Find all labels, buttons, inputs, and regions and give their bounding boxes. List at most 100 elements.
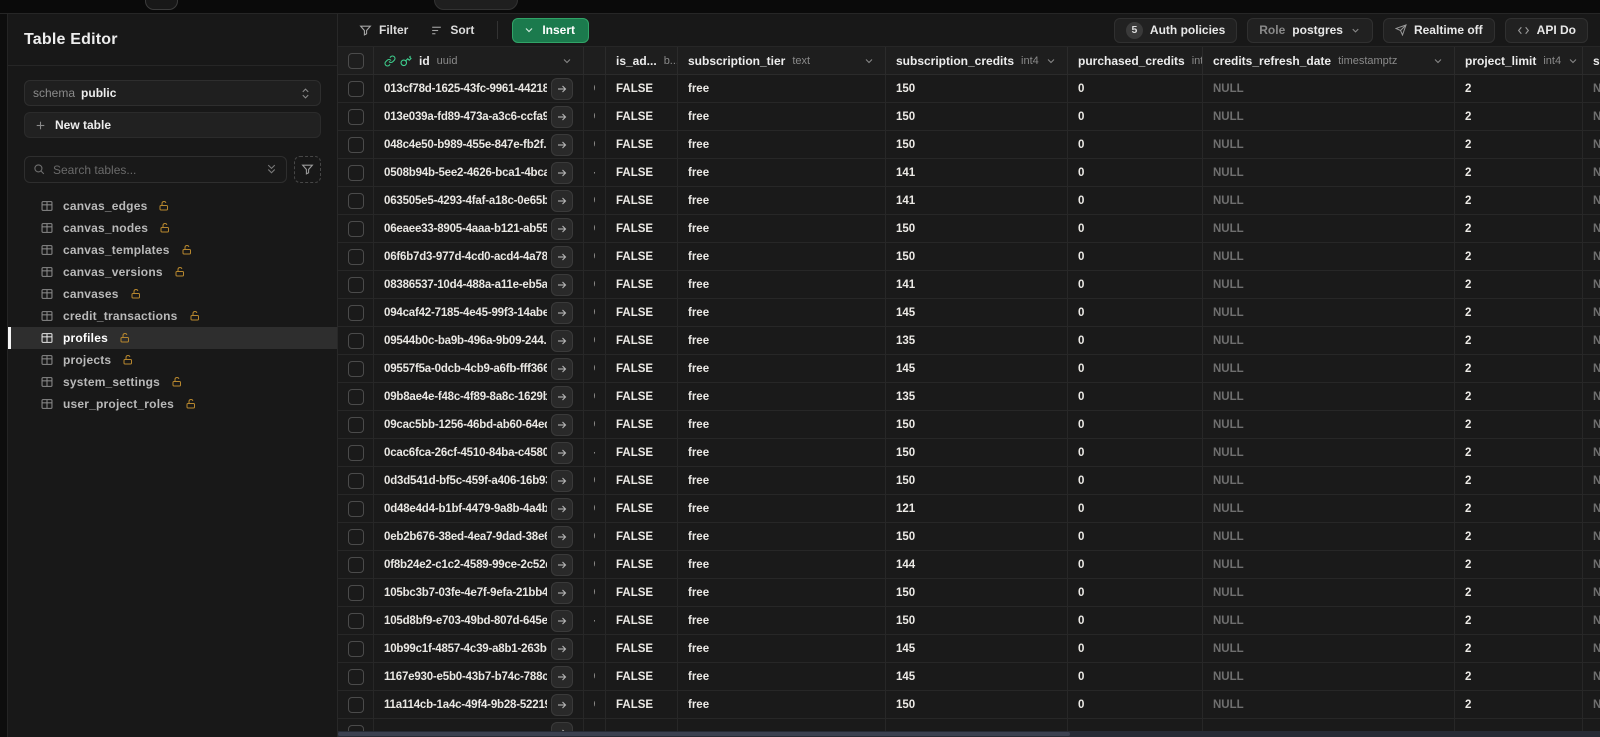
row-checkbox[interactable] <box>347 696 364 713</box>
cell-credits-refresh-date[interactable]: NULL <box>1203 187 1455 214</box>
cell-clipped[interactable]: 0 <box>584 579 606 606</box>
cell-clipped[interactable]: 00 <box>584 187 606 214</box>
cell-purchased-credits[interactable]: 0 <box>1068 579 1203 606</box>
expand-row-button[interactable] <box>551 553 573 576</box>
cell-id[interactable]: 0508b94b-5ee2-4626-bca1-4bca... <box>374 159 584 186</box>
cell-purchased-credits[interactable]: 0 <box>1068 523 1203 550</box>
expand-row-button[interactable] <box>551 665 573 688</box>
cell-credits-refresh-date[interactable]: NULL <box>1203 551 1455 578</box>
expand-row-button[interactable] <box>551 161 573 184</box>
cell-subscription-credits[interactable]: 150 <box>886 131 1068 158</box>
cell-id[interactable]: 094caf42-7185-4e45-99f3-14abee... <box>374 299 584 326</box>
expand-row-button[interactable] <box>551 133 573 156</box>
column-header-subscription-credits[interactable]: subscription_credits int4 <box>886 47 1068 74</box>
row-checkbox[interactable] <box>347 360 364 377</box>
search-tables-box[interactable] <box>24 156 287 183</box>
cell-subscription-tier[interactable]: free <box>678 383 886 410</box>
cell-subscription-credits[interactable]: 150 <box>886 607 1068 634</box>
scrollbar-thumb[interactable] <box>338 732 1070 736</box>
cell-subscription-credits[interactable]: 150 <box>886 411 1068 438</box>
cell-id[interactable]: 105d8bf9-e703-49bd-807d-645e... <box>374 607 584 634</box>
cell-su[interactable]: NULL <box>1583 103 1600 130</box>
column-header-purchased-credits[interactable]: purchased_credits int4 <box>1068 47 1203 74</box>
cell-subscription-tier[interactable]: free <box>678 411 886 438</box>
expand-row-button[interactable] <box>551 525 573 548</box>
cell-credits-refresh-date[interactable]: NULL <box>1203 607 1455 634</box>
cell-id[interactable]: 06f6b7d3-977d-4cd0-acd4-4a78... <box>374 243 584 270</box>
sidebar-table-item[interactable]: canvas_edges <box>8 195 337 217</box>
row-checkbox-cell[interactable] <box>338 551 374 578</box>
cell-subscription-credits[interactable]: 145 <box>886 355 1068 382</box>
cell-su[interactable]: NULL <box>1583 75 1600 102</box>
api-docs-button[interactable]: API Do <box>1504 17 1588 43</box>
cell-id[interactable]: 06eaee33-8905-4aaa-b121-ab552... <box>374 215 584 242</box>
cell-project-limit[interactable]: 2 <box>1455 243 1583 270</box>
cell-purchased-credits[interactable]: 0 <box>1068 299 1203 326</box>
cell-credits-refresh-date[interactable]: NULL <box>1203 495 1455 522</box>
cell-credits-refresh-date[interactable]: NULL <box>1203 467 1455 494</box>
cell-subscription-tier[interactable]: free <box>678 215 886 242</box>
cell-su[interactable]: NULL <box>1583 467 1600 494</box>
row-checkbox[interactable] <box>347 444 364 461</box>
cell-purchased-credits[interactable]: 0 <box>1068 663 1203 690</box>
sidebar-table-item[interactable]: projects <box>8 349 337 371</box>
cell-project-limit[interactable]: 2 <box>1455 439 1583 466</box>
sidebar-table-item[interactable]: canvases <box>8 283 337 305</box>
cell-subscription-credits[interactable]: 150 <box>886 691 1068 718</box>
cell-credits-refresh-date[interactable]: NULL <box>1203 215 1455 242</box>
cell-su[interactable]: NULL <box>1583 663 1600 690</box>
cell-is-admin[interactable]: FALSE <box>606 691 678 718</box>
cell-credits-refresh-date[interactable]: NULL <box>1203 663 1455 690</box>
cell-su[interactable]: NULL <box>1583 159 1600 186</box>
expand-row-button[interactable] <box>551 77 573 100</box>
cell-su[interactable]: NULL <box>1583 215 1600 242</box>
cell-id[interactable]: 09cac5bb-1256-46bd-ab60-64ed... <box>374 411 584 438</box>
cell-purchased-credits[interactable]: 0 <box>1068 159 1203 186</box>
cell-su[interactable]: NULL <box>1583 439 1600 466</box>
cell-purchased-credits[interactable]: 0 <box>1068 187 1203 214</box>
expand-row-button[interactable] <box>551 105 573 128</box>
row-checkbox-cell[interactable] <box>338 75 374 102</box>
row-checkbox[interactable] <box>347 164 364 181</box>
cell-purchased-credits[interactable]: 0 <box>1068 439 1203 466</box>
search-tables-input[interactable] <box>53 162 258 177</box>
cell-id[interactable]: 105bc3b7-03fe-4e7f-9efa-21bb40... <box>374 579 584 606</box>
sidebar-table-item[interactable]: credit_transactions <box>8 305 337 327</box>
row-checkbox-cell[interactable] <box>338 383 374 410</box>
cell-clipped[interactable]: 00 <box>584 103 606 130</box>
row-checkbox[interactable] <box>347 220 364 237</box>
cell-purchased-credits[interactable]: 0 <box>1068 411 1203 438</box>
cell-project-limit[interactable]: 2 <box>1455 187 1583 214</box>
cell-su[interactable]: NULL <box>1583 495 1600 522</box>
cell-clipped[interactable] <box>584 635 606 662</box>
column-menu-chevron[interactable] <box>1426 55 1444 67</box>
expand-row-button[interactable] <box>551 637 573 660</box>
sidebar-table-item[interactable]: user_project_roles <box>8 393 337 415</box>
cell-project-limit[interactable]: 2 <box>1455 579 1583 606</box>
cell-credits-refresh-date[interactable]: NULL <box>1203 271 1455 298</box>
cell-clipped[interactable]: 0 <box>584 75 606 102</box>
sort-button[interactable]: Sort <box>421 18 483 42</box>
cell-clipped[interactable]: 00 <box>584 523 606 550</box>
cell-clipped[interactable]: -0 <box>584 607 606 634</box>
cell-su[interactable]: NULL <box>1583 607 1600 634</box>
row-checkbox[interactable] <box>347 612 364 629</box>
row-checkbox[interactable] <box>347 556 364 573</box>
row-checkbox[interactable] <box>347 472 364 489</box>
cell-subscription-tier[interactable]: free <box>678 159 886 186</box>
cell-su[interactable]: NULL <box>1583 187 1600 214</box>
cell-id[interactable]: 0eb2b676-38ed-4ea7-9dad-38e6... <box>374 523 584 550</box>
cell-subscription-tier[interactable]: free <box>678 187 886 214</box>
cell-is-admin[interactable]: FALSE <box>606 551 678 578</box>
role-select-button[interactable]: Role postgres <box>1247 17 1373 43</box>
cell-is-admin[interactable]: FALSE <box>606 439 678 466</box>
cell-id[interactable]: 09b8ae4e-f48c-4f89-8a8c-1629b... <box>374 383 584 410</box>
cell-clipped[interactable]: 00 <box>584 243 606 270</box>
row-checkbox-cell[interactable] <box>338 159 374 186</box>
new-table-button[interactable]: New table <box>24 112 321 138</box>
cell-project-limit[interactable]: 2 <box>1455 691 1583 718</box>
cell-is-admin[interactable]: FALSE <box>606 607 678 634</box>
row-checkbox[interactable] <box>347 80 364 97</box>
cell-is-admin[interactable]: FALSE <box>606 271 678 298</box>
row-checkbox[interactable] <box>347 668 364 685</box>
